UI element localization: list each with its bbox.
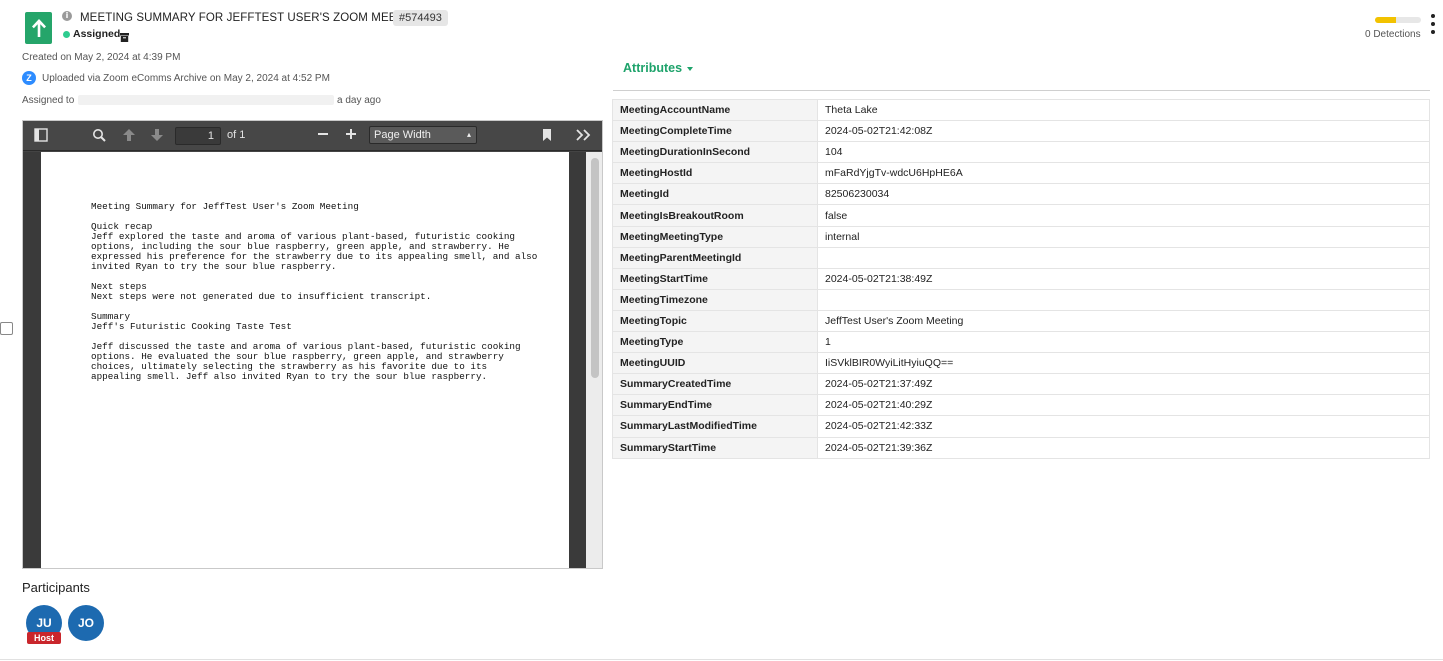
attribute-key: MeetingUUID [612,352,818,375]
attribute-value: 82506230034 [817,183,1430,206]
detections-level-bar [1375,17,1421,23]
table-row: SummaryLastModifiedTime 2024-05-02T21:42:… [612,415,1430,438]
attribute-key: MeetingAccountName [612,98,818,122]
caret-down-icon [687,66,694,71]
zoom-out-icon[interactable] [315,128,331,144]
sidebar-toggle-icon[interactable] [33,128,49,144]
select-checkbox[interactable] [0,322,13,335]
table-row: SummaryStartTime 2024-05-02T21:39:36Z [612,436,1430,459]
attribute-value: internal [817,225,1430,248]
chevron-updown-icon: ▴ [466,130,471,139]
attribute-key: MeetingMeetingType [612,225,818,248]
upload-arrow-icon [25,12,52,44]
table-row: MeetingHostId mFaRdYjgTv-wdcU6HpHE6A [612,162,1430,185]
pdf-viewer: 1 of 1 Page Width ▴ Meeting Summary for … [22,120,603,569]
attribute-key: MeetingStartTime [612,267,818,290]
page-title: MEETING SUMMARY FOR JEFFTEST USER'S ZOOM… [80,12,425,24]
pdf-toolbar: 1 of 1 Page Width ▴ [23,121,602,151]
table-row: MeetingDurationInSecond 104 [612,141,1430,164]
attribute-key: MeetingCompleteTime [612,120,818,143]
attribute-value: 2024-05-02T21:40:29Z [817,394,1430,417]
zoom-logo-icon: Z [22,71,36,85]
redacted-assignee [78,95,334,105]
pdf-scrollbar-thumb[interactable] [591,158,599,378]
attribute-value [817,246,1430,269]
participants-title: Participants [22,580,90,595]
pdf-document-area: Meeting Summary for JeffTest User's Zoom… [23,152,602,568]
page-count: of 1 [227,129,246,141]
attribute-value: 2024-05-02T21:42:08Z [817,120,1430,143]
attribute-value: Theta Lake [817,98,1430,122]
attribute-value: 2024-05-02T21:38:49Z [817,267,1430,290]
attribute-key: SummaryStartTime [612,436,818,459]
zoom-in-icon[interactable] [343,128,359,144]
table-row: MeetingStartTime 2024-05-02T21:38:49Z [612,267,1430,290]
attributes-dropdown[interactable]: Attributes [623,61,694,75]
search-icon[interactable] [91,128,107,144]
pdf-page-text: Meeting Summary for JeffTest User's Zoom… [91,201,538,382]
previous-page-icon[interactable] [121,128,137,144]
more-tools-icon[interactable] [575,128,593,144]
record-id-badge: #574493 [393,10,448,26]
attribute-key: MeetingDurationInSecond [612,141,818,164]
attribute-value: mFaRdYjgTv-wdcU6HpHE6A [817,162,1430,185]
attribute-value: 1 [817,331,1430,354]
table-row: MeetingCompleteTime 2024-05-02T21:42:08Z [612,120,1430,143]
table-row: MeetingTopic JeffTest User's Zoom Meeting [612,309,1430,333]
pdf-scrollbar[interactable] [586,152,602,568]
uploaded-info: Uploaded via Zoom eComms Archive on May … [42,73,330,84]
attribute-key: MeetingParentMeetingId [612,246,818,269]
table-row: MeetingId 82506230034 [612,183,1430,206]
attribute-key: MeetingType [612,331,818,354]
attributes-title: Attributes [623,61,683,75]
attribute-key: MeetingHostId [612,162,818,185]
archive-box-icon[interactable] [120,29,129,42]
table-row: MeetingUUID IiSVklBIR0WyiLitHyiuQQ== [612,352,1430,375]
avatar[interactable]: JO [68,605,104,641]
table-row: MeetingParentMeetingId [612,246,1430,269]
table-row: SummaryEndTime 2024-05-02T21:40:29Z [612,394,1430,417]
attribute-value: 104 [817,141,1430,164]
attribute-value [817,288,1430,311]
attribute-value: IiSVklBIR0WyiLitHyiuQQ== [817,352,1430,375]
attribute-key: SummaryLastModifiedTime [612,415,818,438]
info-icon[interactable]: i [62,11,72,21]
attribute-key: SummaryCreatedTime [612,373,818,396]
attribute-value: JeffTest User's Zoom Meeting [817,309,1430,333]
attribute-key: MeetingId [612,183,818,206]
attribute-value: 2024-05-02T21:37:49Z [817,373,1430,396]
created-date: Created on May 2, 2024 at 4:39 PM [22,52,181,63]
attribute-value: 2024-05-02T21:39:36Z [817,436,1430,459]
attribute-key: MeetingTopic [612,309,818,333]
host-badge: Host [27,632,61,644]
attribute-value: 2024-05-02T21:42:33Z [817,415,1430,438]
attribute-key: MeetingIsBreakoutRoom [612,204,818,227]
zoom-level-value: Page Width [374,129,431,141]
next-page-icon[interactable] [149,128,165,144]
attributes-table: MeetingAccountName Theta Lake MeetingComp… [612,98,1430,459]
assigned-time: a day ago [337,95,381,106]
pdf-page: Meeting Summary for JeffTest User's Zoom… [41,152,569,568]
table-row: MeetingMeetingType internal [612,225,1430,248]
page-number-input[interactable]: 1 [175,127,221,145]
divider [613,90,1430,91]
table-row: MeetingAccountName Theta Lake [612,98,1430,122]
detections-count[interactable]: 0 Detections [1365,29,1421,40]
table-row: SummaryCreatedTime 2024-05-02T21:37:49Z [612,373,1430,396]
attribute-key: MeetingTimezone [612,288,818,311]
detections-level-fill [1375,17,1396,23]
attribute-key: SummaryEndTime [612,394,818,417]
bookmark-icon[interactable] [539,128,555,144]
attribute-value: false [817,204,1430,227]
status-dot-icon [63,31,70,38]
table-row: MeetingType 1 [612,331,1430,354]
table-row: MeetingIsBreakoutRoom false [612,204,1430,227]
divider [0,659,1443,660]
assigned-label: Assigned to [22,95,75,106]
zoom-level-select[interactable]: Page Width ▴ [369,126,477,144]
status-label: Assigned [73,28,121,40]
table-row: MeetingTimezone [612,288,1430,311]
more-options-icon[interactable] [1430,14,1436,34]
